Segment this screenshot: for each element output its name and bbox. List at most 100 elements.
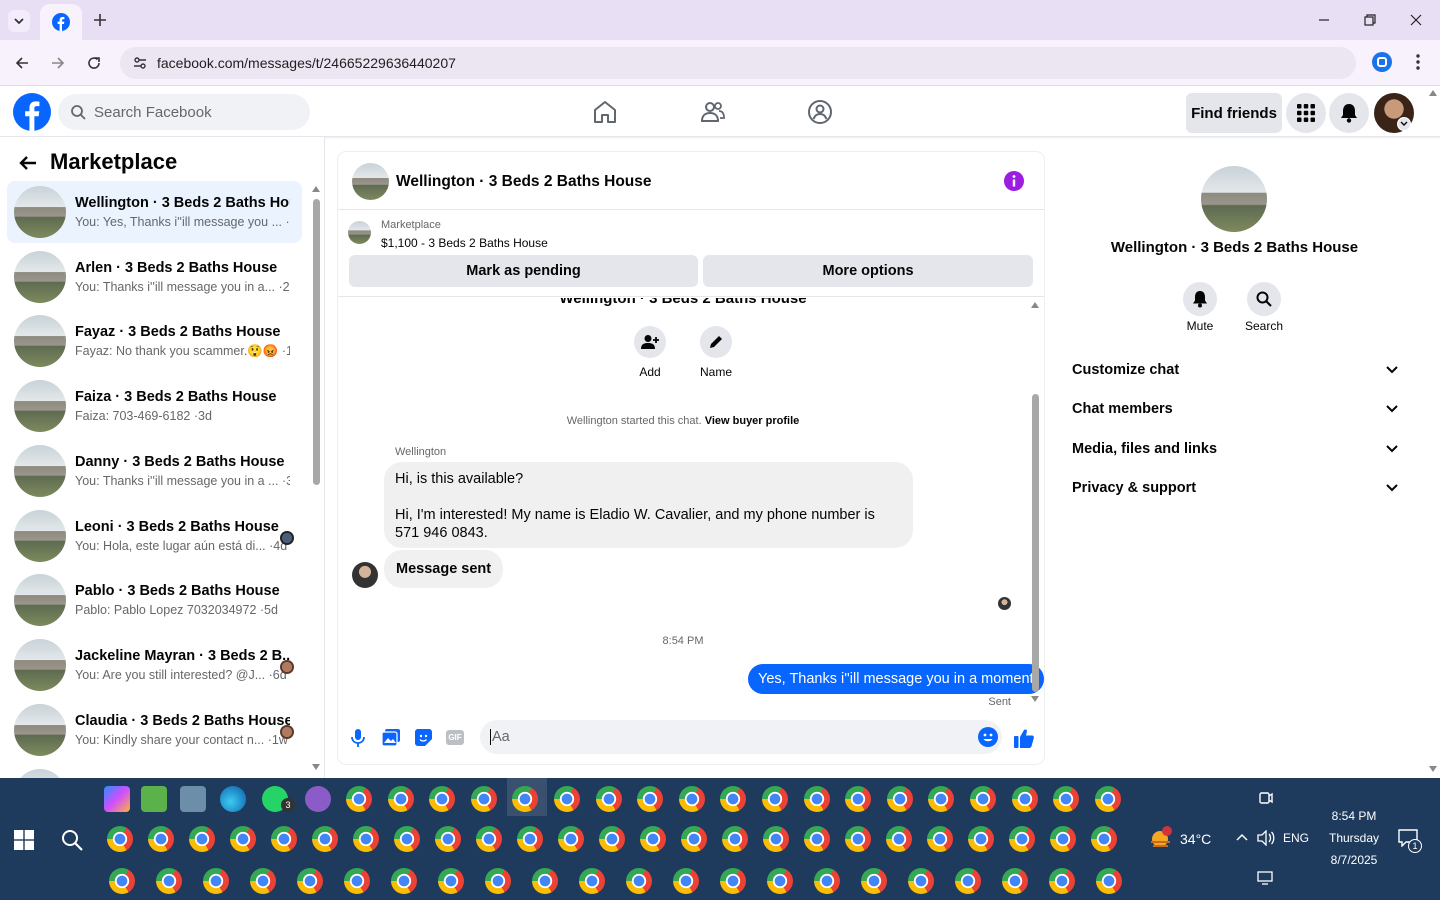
mark-as-pending-button[interactable]: Mark as pending — [349, 255, 698, 287]
info-section-row[interactable]: Chat members — [1072, 397, 1398, 421]
home-icon[interactable] — [591, 98, 619, 126]
chrome-taskbar-icon[interactable] — [968, 826, 994, 852]
info-section-row[interactable]: Customize chat — [1072, 358, 1398, 382]
chrome-taskbar-icon[interactable] — [109, 868, 135, 894]
chrome-taskbar-icon[interactable] — [470, 786, 497, 812]
chrome-taskbar-icon[interactable] — [595, 786, 622, 812]
chrome-taskbar-icon[interactable] — [637, 786, 664, 812]
chrome-taskbar-icon[interactable] — [720, 868, 746, 894]
page-scrollbar[interactable] — [1426, 88, 1440, 776]
keyboard-icon[interactable] — [180, 786, 206, 812]
chrome-taskbar-icon[interactable] — [1050, 826, 1076, 852]
reload-icon[interactable] — [78, 47, 110, 79]
clock-date[interactable]: 8/7/2025 — [1322, 853, 1386, 867]
forward-arrow-icon[interactable] — [42, 47, 74, 79]
microphone-icon[interactable] — [351, 729, 365, 747]
profile-app-icon[interactable] — [305, 786, 331, 812]
copilot-icon[interactable] — [104, 786, 130, 812]
site-settings-icon[interactable] — [132, 55, 148, 71]
conversation-item[interactable]: Danny · 3 Beds 2 Baths House You: Thanks … — [7, 440, 302, 502]
volume-icon[interactable] — [1257, 830, 1275, 846]
chrome-taskbar-icon[interactable] — [387, 786, 414, 812]
chrome-taskbar-icon[interactable] — [599, 826, 625, 852]
chrome-taskbar-icon[interactable] — [886, 786, 913, 812]
outgoing-message[interactable]: Yes, Thanks i''ill message you in a mome… — [748, 664, 1044, 694]
gif-icon[interactable]: GIF — [446, 730, 464, 745]
chrome-taskbar-icon[interactable] — [845, 826, 871, 852]
chrome-taskbar-icon[interactable] — [1053, 786, 1080, 812]
chrome-taskbar-icon[interactable] — [391, 868, 417, 894]
chrome-taskbar-icon[interactable] — [517, 826, 543, 852]
chrome-taskbar-icon[interactable] — [558, 826, 584, 852]
chat-avatar[interactable] — [352, 163, 389, 200]
info-icon[interactable] — [1004, 171, 1024, 191]
friends-icon[interactable] — [699, 98, 727, 126]
chrome-taskbar-icon[interactable] — [763, 826, 789, 852]
chrome-taskbar-icon[interactable] — [970, 786, 996, 812]
thumbs-up-icon[interactable] — [1014, 728, 1034, 748]
listing-text[interactable]: $1,100 - 3 Beds 2 Baths House — [381, 236, 548, 250]
chrome-taskbar-icon[interactable] — [394, 826, 420, 852]
conversation-item[interactable]: Jackeline Mayran · 3 Beds 2 B... You: Are… — [7, 634, 302, 696]
conversation-item[interactable]: Pablo · 3 Beds 2 Baths House Pablo: Pablo… — [7, 569, 302, 631]
windows-start-icon[interactable] — [14, 830, 34, 850]
menu-grid-button[interactable] — [1286, 93, 1326, 133]
account-chevron-icon[interactable] — [1397, 117, 1411, 131]
chrome-taskbar-icon[interactable] — [435, 826, 461, 852]
sender-avatar[interactable] — [352, 562, 378, 588]
scrollbar-thumb[interactable] — [313, 199, 320, 485]
mute-button[interactable] — [1183, 282, 1217, 316]
incoming-message-2[interactable]: Message sent — [384, 550, 504, 588]
photo-icon[interactable] — [382, 729, 400, 746]
emoji-icon[interactable] — [978, 727, 998, 747]
conversation-item[interactable]: Leoni · 3 Beds 2 Baths House You: Hola, e… — [7, 505, 302, 567]
clock-time[interactable]: 8:54 PM — [1322, 809, 1386, 823]
message-input[interactable]: Aa — [480, 720, 1002, 754]
chrome-taskbar-icon[interactable] — [626, 868, 652, 894]
chrome-taskbar-icon[interactable] — [927, 826, 953, 852]
chrome-taskbar-icon[interactable] — [353, 826, 379, 852]
facebook-logo-icon[interactable] — [13, 93, 51, 131]
tab-list-chevron-icon[interactable] — [8, 10, 30, 32]
chrome-taskbar-icon[interactable] — [673, 868, 699, 894]
chrome-taskbar-icon[interactable] — [438, 868, 464, 894]
add-people-button[interactable] — [634, 326, 666, 358]
chrome-taskbar-icon[interactable] — [189, 826, 215, 852]
list-scrollbar[interactable] — [310, 183, 322, 773]
temperature-text[interactable]: 34°C — [1180, 831, 1211, 847]
conversation-item[interactable]: Faiza · 3 Beds 2 Baths House Faiza: 703-4… — [7, 375, 302, 437]
incoming-message-1[interactable]: Hi, is this available? Hi, I'm intereste… — [384, 462, 913, 548]
view-buyer-profile-link[interactable]: View buyer profile — [705, 415, 800, 427]
chrome-taskbar-icon[interactable] — [271, 826, 297, 852]
address-bar[interactable]: facebook.com/messages/t/2466522963644020… — [120, 47, 1356, 79]
taskbar-search-icon[interactable] — [60, 828, 84, 852]
chrome-taskbar-icon[interactable] — [346, 786, 372, 812]
chrome-taskbar-icon[interactable] — [554, 786, 580, 812]
info-avatar[interactable] — [1201, 166, 1267, 232]
chrome-taskbar-icon[interactable] — [230, 826, 256, 852]
new-tab-plus-icon[interactable] — [90, 10, 110, 30]
chat-title[interactable]: Wellington · 3 Beds 2 Baths House — [396, 173, 652, 191]
notifications-button[interactable] — [1329, 93, 1369, 133]
profile-extension-icon[interactable] — [1372, 52, 1392, 72]
find-friends-button[interactable]: Find friends — [1186, 93, 1282, 133]
more-options-button[interactable]: More options — [703, 255, 1033, 287]
chrome-taskbar-icon[interactable] — [312, 826, 338, 852]
chrome-taskbar-icon[interactable] — [678, 786, 705, 812]
chrome-taskbar-icon[interactable] — [1002, 868, 1028, 894]
chrome-taskbar-icon[interactable] — [297, 868, 323, 894]
close-window-icon[interactable] — [1408, 12, 1424, 28]
chrome-taskbar-icon[interactable] — [485, 868, 511, 894]
chrome-taskbar-icon[interactable] — [250, 868, 276, 894]
chrome-taskbar-icon[interactable] — [148, 826, 174, 852]
sticker-icon[interactable] — [415, 729, 432, 746]
chrome-taskbar-icon[interactable] — [722, 826, 748, 852]
active-tab[interactable] — [40, 4, 82, 40]
notepad-icon[interactable] — [141, 786, 167, 812]
chrome-taskbar-icon[interactable] — [1049, 868, 1075, 894]
listing-thumbnail[interactable] — [348, 221, 371, 244]
chrome-taskbar-icon[interactable] — [861, 868, 887, 894]
chrome-taskbar-icon[interactable] — [579, 868, 605, 894]
conversation-item[interactable]: Wellington · 3 Beds 2 Baths Hou... You: Y… — [7, 181, 302, 243]
desktop-icon[interactable] — [1257, 871, 1273, 885]
